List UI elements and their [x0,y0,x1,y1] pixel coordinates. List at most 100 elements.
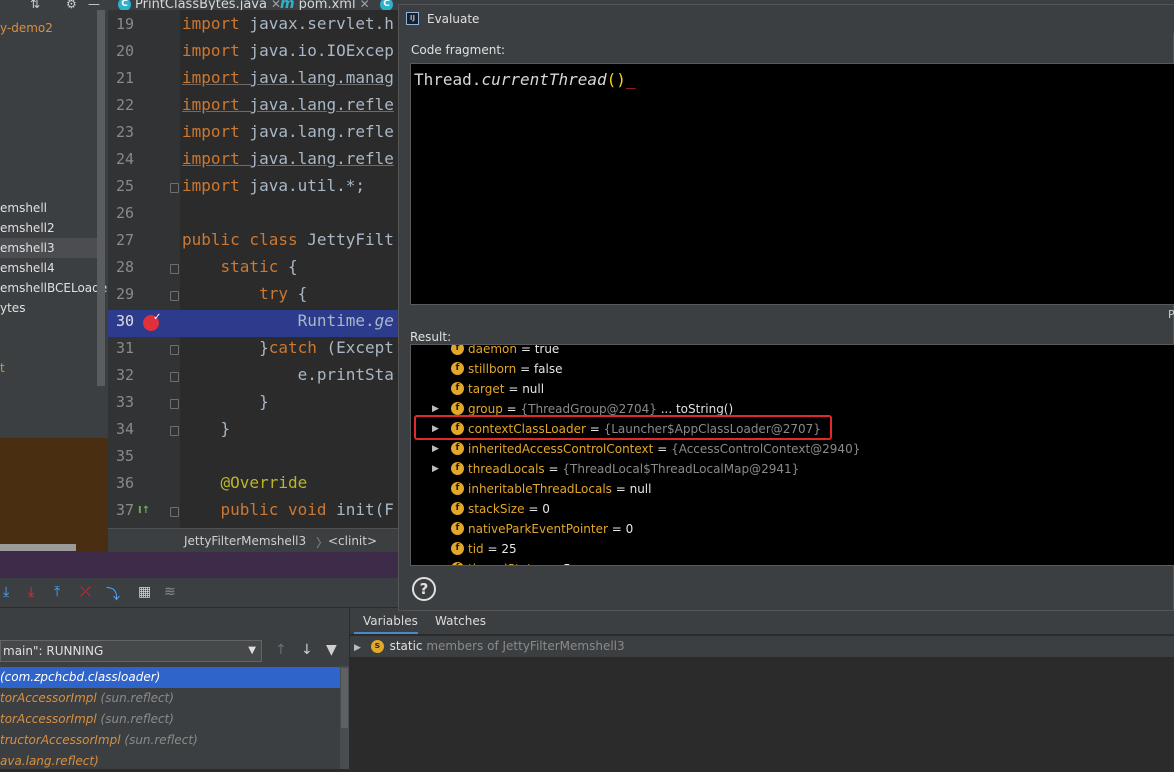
override-marker-icon[interactable]: I↑ [138,505,150,516]
field-icon: f [451,482,464,495]
filter-icon[interactable]: ▼ [326,642,337,658]
breadcrumb-class[interactable]: JettyFilterMemshell3 [184,534,306,548]
line-number: 36 [115,474,134,492]
arrow-up-icon[interactable]: ↑ [275,642,287,658]
code-line: import java.lang.refle [182,149,394,168]
field-icon: f [451,362,464,375]
evaluate-expression-icon[interactable]: ▦ [138,584,151,600]
code-line: import java.io.IOExcep [182,41,394,60]
field-reference: {AccessControlContext@2940} [671,442,861,456]
fold-icon[interactable] [170,291,179,301]
stack-frame[interactable]: torAccessorImpl (sun.reflect) [0,688,340,709]
field-icon: f [451,402,464,415]
intellij-icon: IJ [406,12,419,25]
code-line: } [182,392,269,411]
code-line: import java.lang.manag [182,68,394,87]
project-horizontal-scrollbar[interactable] [0,544,76,551]
code-fragment-editor[interactable]: Thread.currentThread()_ [410,63,1174,305]
dialog-title-bar[interactable]: IJ Evaluate [399,5,1174,33]
fold-icon[interactable] [170,426,179,436]
code-line: public class JettyFilt [182,230,394,249]
code-line: import java.lang.refle [182,95,394,114]
field-value: false [533,362,563,376]
tab-variables[interactable]: Variables [363,614,418,628]
code-line: }catch (Except [182,338,394,357]
project-item[interactable]: emshellBCELoade [0,278,107,298]
field-value: null [629,482,652,496]
project-panel-lower [0,438,108,552]
static-members-row[interactable]: ▶ s static members of JettyFilterMemshel… [350,636,1174,657]
line-number: 34 [115,420,134,438]
line-number: 20 [115,42,134,60]
code-line: Runtime.ge [182,311,394,330]
project-item[interactable]: emshell4 [0,258,55,278]
code-line: @Override [220,473,308,492]
field-name: threadStatus [468,562,546,565]
stack-frame[interactable]: tructorAccessorImpl (sun.reflect) [0,730,340,751]
project-scrollbar[interactable] [97,10,105,386]
code-fragment-label: Code fragment: [411,43,506,57]
field-icon: f [451,562,464,565]
chevron-down-icon: ▼ [248,645,256,656]
thread-selector[interactable]: main": RUNNING ▼ [0,640,262,662]
drop-frame-icon[interactable]: ⤫ [80,584,91,600]
project-item[interactable]: emshell2 [0,218,55,238]
field-icon: f [451,522,464,535]
step-over-icon[interactable]: ⤓ [3,584,9,600]
line-number: 24 [115,150,134,168]
expand-icon[interactable]: ▶ [432,459,439,479]
line-number: 25 [115,177,134,195]
code-line: } [182,419,231,438]
line-number: 27 [115,231,134,249]
field-value: 25 [501,542,517,556]
stack-frame[interactable]: torAccessorImpl (sun.reflect) [0,709,340,730]
fold-icon[interactable] [170,183,179,193]
project-item[interactable]: ytes [0,298,25,318]
breadcrumb-separator: 〉 [316,536,329,550]
field-name: target [468,382,505,396]
code-line: import javax.servlet.h [182,14,394,33]
field-name: tid [468,542,484,556]
trace-icon[interactable]: ≋ [164,584,176,600]
field-reference: {ThreadLocal$ThreadLocalMap@2941} [562,462,800,476]
code-line: import java.lang.refle [182,122,394,141]
to-string-link[interactable]: ... toString() [661,402,733,416]
project-item[interactable]: t [0,358,5,378]
tab-watches[interactable]: Watches [435,614,486,628]
frames-scroll-thumb[interactable] [341,668,348,728]
stack-frame[interactable]: (com.zpchcbd.classloader) [0,667,340,688]
fold-icon[interactable] [170,399,179,409]
result-tree[interactable]: f daemon = true f stillborn = false f target … [410,344,1174,566]
project-item-selected[interactable]: emshell3 [0,238,97,258]
field-name: stackSize [468,502,525,516]
field-value: 5 [563,562,571,565]
field-name: daemon [468,344,517,356]
fold-icon[interactable] [170,264,179,274]
expand-icon[interactable]: ▶ [432,439,439,459]
fold-icon[interactable] [170,345,179,355]
project-item[interactable]: emshell [0,198,47,218]
field-name: threadLocals [468,462,545,476]
force-step-into-icon[interactable]: ⤓ [28,584,34,600]
line-number: 29 [115,285,134,303]
code-line: static { [220,257,298,276]
run-to-cursor-icon[interactable]: ⤵ [106,584,120,604]
field-icon: f [451,542,464,555]
fold-icon[interactable] [170,507,179,517]
field-icon: f [451,502,464,515]
field-name: group [468,402,503,416]
expand-icon[interactable]: ▶ [354,643,361,653]
line-number: 28 [115,258,134,276]
project-root[interactable]: y-demo2 [0,18,53,38]
debug-toolbar: ⤓ ⤓ ⤒ ⤫ ⤵ ▦ ≋ [0,578,398,608]
field-reference: {ThreadGroup@2704} [520,402,657,416]
field-name: inheritableThreadLocals [468,482,612,496]
line-number: 21 [115,69,134,87]
step-out-icon[interactable]: ⤒ [54,584,60,600]
fold-icon[interactable] [170,372,179,382]
line-number: 31 [115,339,134,357]
help-button[interactable]: ? [412,577,436,601]
arrow-down-icon[interactable]: ↓ [301,642,313,658]
breadcrumb-method[interactable]: <clinit> [328,534,377,548]
field-name: stillborn [468,362,517,376]
